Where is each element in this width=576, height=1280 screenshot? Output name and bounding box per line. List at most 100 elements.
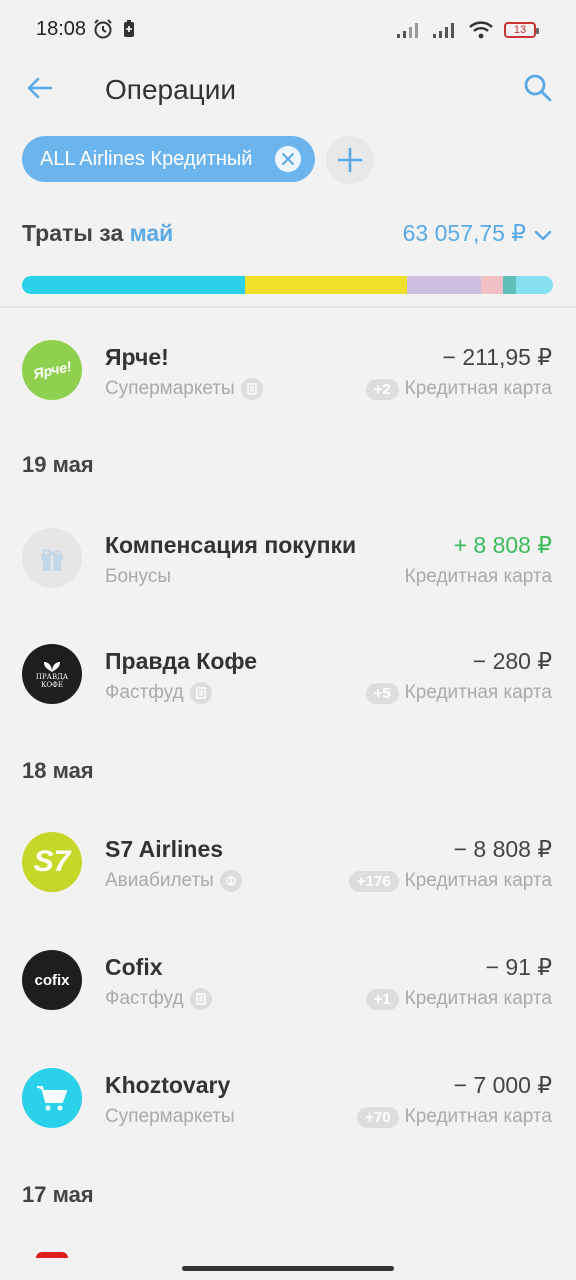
account: +1 Кредитная карта bbox=[365, 988, 552, 1010]
spending-bar-segment bbox=[245, 276, 407, 294]
account-label: Кредитная карта bbox=[404, 988, 552, 1009]
count-badge: +5 bbox=[365, 682, 399, 704]
count-badge: +70 bbox=[357, 1106, 399, 1128]
spending-month[interactable]: май bbox=[130, 220, 174, 246]
transaction-row[interactable]: ПРАВДА КОФЕ Правда Кофе Фастфуд − 280 ₽ … bbox=[0, 634, 576, 724]
count-badge: +1 bbox=[365, 988, 399, 1010]
filter-chip[interactable]: ALL Airlines Кредитный bbox=[22, 136, 315, 182]
date-header: 18 мая bbox=[22, 758, 94, 783]
merchant-name: Правда Кофе bbox=[105, 648, 257, 674]
transaction-amount: − 280 ₽ bbox=[472, 648, 552, 674]
account: +176 Кредитная карта bbox=[348, 870, 552, 892]
signal-icon-2 bbox=[433, 23, 454, 38]
leaf-icon bbox=[44, 662, 60, 672]
transaction-row[interactable]: Khoztovary Супермаркеты − 7 000 ₽ +70 Кр… bbox=[0, 1058, 576, 1148]
spending-bar bbox=[22, 276, 553, 294]
transaction-row[interactable]: cofix Cofix Фастфуд − 91 ₽ +1 Кредитная … bbox=[0, 940, 576, 1030]
transaction-amount: − 8 808 ₽ bbox=[453, 836, 552, 862]
merchant-logo-yarche: Ярче! bbox=[22, 340, 82, 400]
alarm-icon bbox=[94, 19, 112, 39]
pravda-logo-text-2: КОФЕ bbox=[40, 681, 64, 689]
plus-icon bbox=[337, 147, 363, 173]
merchant-name: S7 Airlines bbox=[105, 836, 224, 862]
merchant-name: Khoztovary bbox=[105, 1072, 231, 1098]
merchant-logo-s7: S7 bbox=[22, 832, 82, 892]
merchant-logo-partial bbox=[36, 1252, 68, 1258]
transaction-amount: − 211,95 ₽ bbox=[442, 344, 553, 370]
merchant-logo-bonus bbox=[22, 528, 82, 588]
account-label: Кредитная карта bbox=[404, 378, 552, 399]
plane-icon bbox=[219, 870, 242, 892]
category: Супермаркеты bbox=[105, 378, 263, 400]
home-indicator[interactable] bbox=[182, 1266, 394, 1271]
transaction-amount: + 8 808 ₽ bbox=[453, 532, 552, 558]
gift-icon bbox=[41, 549, 63, 571]
battery-indicator: 13 bbox=[504, 22, 539, 38]
category: Фастфуд bbox=[105, 682, 212, 704]
account-label: Кредитная карта bbox=[404, 1106, 552, 1127]
add-filter-button[interactable] bbox=[326, 136, 374, 184]
category-label: Авиабилеты bbox=[105, 870, 214, 891]
status-time: 18:08 bbox=[36, 18, 87, 40]
signal-icon bbox=[397, 23, 418, 38]
pravda-logo-text-1: ПРАВДА bbox=[35, 673, 69, 681]
s7-logo-text: S7 bbox=[33, 845, 71, 878]
category: Супермаркеты bbox=[105, 1106, 235, 1128]
transaction-amount: − 7 000 ₽ bbox=[453, 1072, 552, 1098]
merchant-name: Cofix bbox=[105, 954, 163, 980]
category-label: Супермаркеты bbox=[105, 1106, 235, 1127]
close-icon[interactable] bbox=[275, 146, 301, 172]
merchant-logo-pravda: ПРАВДА КОФЕ bbox=[22, 644, 82, 704]
transaction-row[interactable]: Ярче! Ярче! Супермаркеты − 211,95 ₽ +2 К… bbox=[0, 330, 576, 420]
shopping-cart-icon bbox=[37, 1086, 67, 1111]
count-badge: +176 bbox=[348, 870, 399, 892]
merchant-name: Компенсация покупки bbox=[105, 532, 357, 558]
status-bar: 18:08 13 bbox=[0, 0, 576, 60]
spending-total[interactable]: 63 057,75 ₽ bbox=[403, 220, 526, 247]
spending-label: Траты за май bbox=[22, 220, 173, 247]
merchant-logo-cofix: cofix bbox=[22, 950, 82, 1010]
category-label: Супермаркеты bbox=[105, 378, 235, 399]
receipt-icon bbox=[240, 378, 263, 400]
app-header: Операции bbox=[0, 60, 576, 120]
back-arrow-icon[interactable] bbox=[24, 72, 56, 104]
merchant-name: Ярче! bbox=[105, 344, 169, 370]
category-label: Бонусы bbox=[105, 566, 171, 587]
account: +5 Кредитная карта bbox=[365, 682, 552, 704]
spending-bar-segment bbox=[481, 276, 503, 294]
transaction-amount: − 91 ₽ bbox=[485, 954, 552, 980]
yarche-logo-text: Ярче! bbox=[31, 358, 73, 382]
count-badge: +2 bbox=[365, 378, 399, 400]
category-label: Фастфуд bbox=[105, 988, 184, 1009]
transaction-row[interactable]: Компенсация покупки Бонусы + 8 808 ₽ Кре… bbox=[0, 518, 576, 608]
category: Фастфуд bbox=[105, 988, 212, 1010]
cofix-logo-text: cofix bbox=[34, 971, 70, 989]
spending-bar-segment bbox=[502, 276, 516, 294]
account: Кредитная карта bbox=[405, 566, 552, 588]
status-right-icons: 13 bbox=[396, 20, 539, 40]
spending-bar-segment bbox=[515, 276, 553, 294]
category-label: Фастфуд bbox=[105, 682, 184, 703]
account-label: Кредитная карта bbox=[404, 682, 552, 703]
category: Авиабилеты bbox=[105, 870, 242, 892]
account-label: Кредитная карта bbox=[404, 870, 552, 891]
account-label: Кредитная карта bbox=[404, 566, 552, 587]
search-icon[interactable] bbox=[522, 72, 554, 104]
page-title: Операции bbox=[105, 74, 236, 105]
status-left-icons bbox=[92, 18, 136, 40]
transaction-row[interactable]: S7 S7 Airlines Авиабилеты − 8 808 ₽ +176… bbox=[0, 822, 576, 912]
receipt-icon bbox=[189, 682, 212, 704]
battery-level: 13 bbox=[513, 24, 527, 36]
filter-chip-label: ALL Airlines Кредитный bbox=[40, 147, 253, 170]
account: +70 Кредитная карта bbox=[357, 1106, 552, 1128]
receipt-icon bbox=[189, 988, 212, 1010]
battery-saver-icon bbox=[124, 20, 134, 37]
chevron-down-icon[interactable] bbox=[532, 224, 554, 246]
wifi-icon bbox=[469, 21, 493, 39]
account: +2 Кредитная карта bbox=[365, 378, 552, 400]
date-header: 19 мая bbox=[22, 452, 94, 477]
date-header: 17 мая bbox=[22, 1182, 94, 1207]
spending-label-text: Траты за bbox=[22, 220, 130, 246]
spending-bar-segment bbox=[22, 276, 246, 294]
divider bbox=[0, 306, 576, 308]
